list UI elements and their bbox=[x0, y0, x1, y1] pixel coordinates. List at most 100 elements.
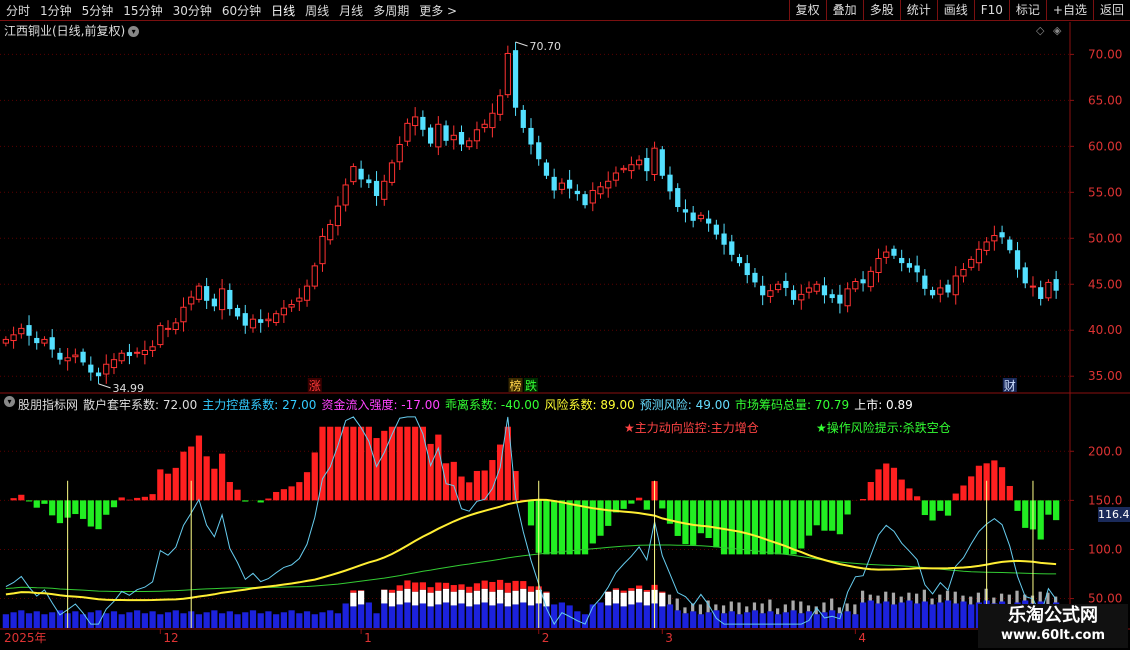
blue-bar bbox=[257, 613, 264, 628]
gray-bar bbox=[945, 590, 950, 601]
candle-up bbox=[489, 112, 496, 129]
blue-bar bbox=[288, 610, 295, 628]
blue-bar bbox=[381, 603, 388, 628]
blue-bar bbox=[226, 611, 233, 628]
indicator-bars bbox=[2, 426, 1060, 628]
price-tick-label: 65.00 bbox=[1088, 93, 1122, 107]
blue-bar bbox=[211, 610, 218, 628]
white-bar bbox=[450, 591, 457, 606]
blue-bar bbox=[960, 601, 967, 628]
red-top-bar bbox=[466, 586, 473, 593]
candle-down bbox=[227, 289, 233, 310]
candle-down bbox=[821, 285, 828, 296]
gray-bar bbox=[783, 604, 787, 613]
red-bar bbox=[211, 468, 218, 501]
green-bar bbox=[566, 500, 573, 555]
candle-up bbox=[844, 288, 851, 307]
gray-bar bbox=[976, 592, 981, 603]
blue-bar bbox=[388, 606, 396, 628]
green-bar bbox=[720, 500, 728, 555]
candle-down bbox=[675, 188, 681, 208]
indicator-name[interactable]: 股朋指标网 bbox=[18, 396, 78, 413]
candle-up bbox=[983, 241, 990, 251]
indicator-param-5: 预测风险: 49.00 bbox=[639, 398, 730, 412]
candle-down bbox=[211, 298, 217, 307]
red-top-bar bbox=[620, 590, 627, 593]
diamond-icon: ◇ bbox=[1036, 24, 1045, 37]
white-bar bbox=[543, 592, 550, 607]
gray-bar bbox=[891, 592, 896, 605]
red-bar bbox=[172, 467, 179, 501]
blue-bar bbox=[110, 611, 118, 628]
red-bar bbox=[118, 497, 125, 501]
white-bar bbox=[620, 592, 627, 607]
red-bar bbox=[126, 499, 133, 501]
blue-bar bbox=[134, 610, 141, 628]
red-bar bbox=[357, 426, 365, 501]
blue-bar bbox=[280, 612, 287, 628]
candle-down bbox=[891, 248, 897, 256]
green-bar bbox=[257, 500, 264, 503]
green-bar bbox=[95, 500, 102, 530]
x-tick-label: 3 bbox=[665, 631, 673, 645]
gray-bar bbox=[899, 596, 903, 603]
gray-bar bbox=[675, 598, 679, 611]
blue-bar bbox=[249, 610, 257, 628]
red-top-bar bbox=[481, 580, 488, 589]
blue-bar bbox=[473, 604, 481, 628]
white-bar bbox=[612, 589, 620, 604]
white-bar bbox=[628, 590, 635, 605]
white-bar bbox=[496, 589, 504, 604]
candle-up bbox=[218, 288, 226, 311]
green-bar bbox=[937, 500, 944, 511]
gray-bar bbox=[938, 594, 942, 603]
blue-bar bbox=[813, 614, 820, 628]
candle-down bbox=[922, 275, 928, 289]
blue-bar bbox=[164, 612, 172, 628]
blue-bar bbox=[890, 604, 898, 628]
white-bar bbox=[458, 589, 465, 604]
gray-bar bbox=[953, 591, 957, 604]
watermark-url: www.60lt.com bbox=[1000, 628, 1106, 643]
green-bar bbox=[527, 500, 535, 526]
gray-bar bbox=[992, 597, 996, 604]
blue-bar bbox=[103, 613, 110, 628]
candle-up bbox=[134, 351, 141, 354]
green-bar bbox=[736, 500, 743, 555]
blue-bar bbox=[504, 606, 511, 628]
candle-up bbox=[805, 287, 813, 293]
gray-bar bbox=[830, 598, 834, 611]
gray-bar bbox=[667, 594, 672, 605]
candle-up bbox=[319, 235, 326, 265]
candle-up bbox=[612, 172, 620, 181]
event-marker: 涨 bbox=[309, 378, 321, 393]
candle-up bbox=[968, 258, 975, 268]
blue-bar bbox=[25, 613, 33, 628]
green-bar bbox=[49, 500, 56, 516]
candle-down bbox=[57, 352, 63, 360]
candle-up bbox=[852, 281, 859, 290]
x-tick-label: 12 bbox=[163, 631, 178, 645]
alert-risk: ★操作风险提示:杀跌空仓 bbox=[816, 420, 951, 435]
red-bar bbox=[141, 496, 148, 501]
red-bar bbox=[952, 493, 959, 501]
blue-bar bbox=[466, 606, 473, 628]
candle-up bbox=[481, 123, 488, 129]
event-marker: 财 bbox=[1004, 379, 1016, 393]
chart-canvas[interactable]: ◇ ◈ 70.00 65.00 60.00 55.00 50.00 45.00 40.00 35.… bbox=[0, 0, 1130, 650]
chevron-down-icon[interactable]: ▾ bbox=[4, 396, 15, 407]
candle-up bbox=[280, 307, 287, 316]
indicator-param-4: 风险系数: 89.00 bbox=[544, 398, 635, 412]
chevron-down-icon[interactable]: ▾ bbox=[128, 26, 140, 37]
blue-bar bbox=[543, 606, 550, 628]
stock-title[interactable]: 江西铜业(日线,前复权) ▾ bbox=[4, 22, 140, 39]
gray-bar bbox=[698, 604, 703, 615]
candle-down bbox=[520, 109, 526, 128]
red-bar bbox=[203, 456, 210, 501]
price-tick-label: 45.00 bbox=[1088, 277, 1122, 291]
candle-up bbox=[110, 359, 118, 369]
blue-bar bbox=[342, 603, 349, 628]
blue-bar bbox=[334, 613, 342, 628]
white-bar bbox=[412, 591, 419, 606]
candle-down bbox=[929, 289, 936, 296]
